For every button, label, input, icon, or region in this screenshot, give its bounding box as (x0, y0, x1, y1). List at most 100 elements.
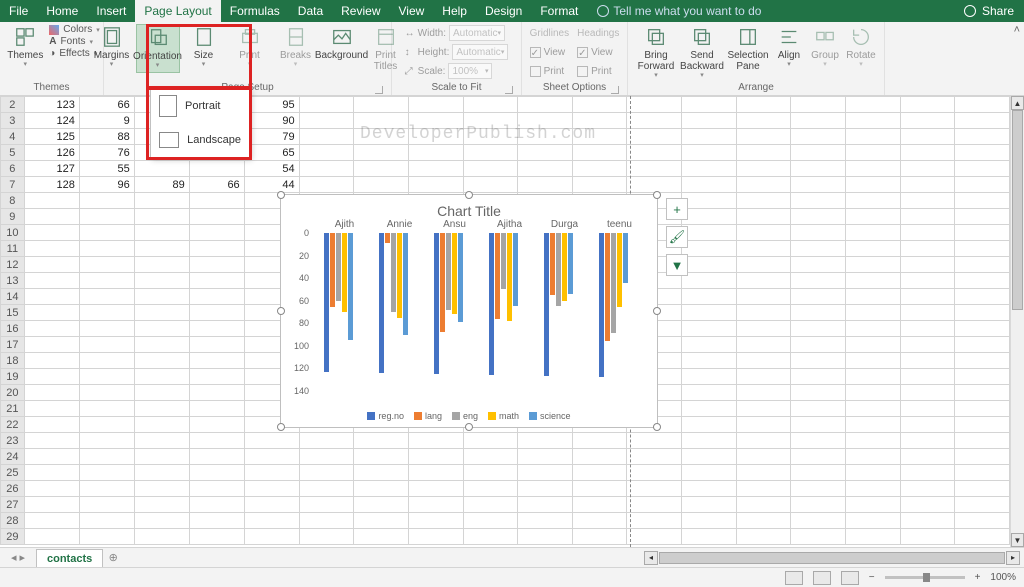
cell[interactable] (736, 177, 791, 193)
cell[interactable]: 126 (24, 145, 79, 161)
cell[interactable] (354, 497, 409, 513)
ribbon-tab-format[interactable]: Format (531, 0, 587, 22)
height-select[interactable]: Automatic▾ (452, 44, 508, 60)
cell[interactable] (955, 529, 1010, 545)
cell[interactable] (189, 241, 244, 257)
cell[interactable] (955, 209, 1010, 225)
cell[interactable] (244, 449, 299, 465)
cell[interactable] (189, 369, 244, 385)
cell[interactable] (299, 145, 354, 161)
scale-launcher[interactable] (505, 86, 513, 94)
new-sheet-button[interactable]: ⊕ (103, 548, 123, 567)
row-header[interactable]: 7 (1, 177, 25, 193)
cell[interactable] (791, 305, 846, 321)
resize-handle[interactable] (465, 191, 473, 199)
cell[interactable] (134, 289, 189, 305)
bar[interactable] (440, 233, 445, 332)
cell[interactable] (408, 497, 463, 513)
cell[interactable] (955, 449, 1010, 465)
cell[interactable] (845, 417, 900, 433)
cell[interactable] (955, 369, 1010, 385)
orientation-portrait[interactable]: Portrait (151, 89, 249, 123)
cell[interactable] (24, 417, 79, 433)
bar[interactable] (617, 233, 622, 307)
cell[interactable] (791, 513, 846, 529)
resize-handle[interactable] (653, 191, 661, 199)
cell[interactable] (791, 481, 846, 497)
cell[interactable] (682, 145, 737, 161)
cell[interactable] (791, 241, 846, 257)
bar[interactable] (550, 233, 555, 295)
cell[interactable] (463, 481, 518, 497)
cell[interactable] (955, 305, 1010, 321)
cell[interactable] (845, 449, 900, 465)
cell[interactable] (955, 161, 1010, 177)
cell[interactable] (955, 129, 1010, 145)
cell[interactable] (955, 241, 1010, 257)
headings-print[interactable]: Print (577, 62, 619, 80)
cell[interactable] (900, 417, 955, 433)
cell[interactable] (791, 449, 846, 465)
bar[interactable] (501, 233, 506, 289)
cell[interactable] (299, 177, 354, 193)
cell[interactable] (299, 129, 354, 145)
cell[interactable] (79, 225, 134, 241)
cell[interactable] (955, 481, 1010, 497)
embedded-chart[interactable]: Chart Title 020406080100120140 AjithAnni… (280, 194, 658, 428)
cell[interactable] (134, 209, 189, 225)
cell[interactable] (845, 353, 900, 369)
cell[interactable] (299, 529, 354, 545)
cell[interactable] (845, 433, 900, 449)
cell[interactable] (134, 257, 189, 273)
cell[interactable] (791, 497, 846, 513)
bar[interactable] (513, 233, 518, 306)
row-header[interactable]: 6 (1, 161, 25, 177)
cell[interactable]: 76 (79, 145, 134, 161)
bar[interactable] (623, 233, 628, 283)
row-header[interactable]: 25 (1, 465, 25, 481)
cell[interactable] (682, 497, 737, 513)
cell[interactable] (736, 321, 791, 337)
cell[interactable]: 89 (134, 177, 189, 193)
cell[interactable] (572, 449, 627, 465)
cell[interactable] (900, 513, 955, 529)
cell[interactable]: 127 (24, 161, 79, 177)
cell[interactable]: 124 (24, 113, 79, 129)
cell[interactable] (134, 481, 189, 497)
cell[interactable]: 65 (244, 145, 299, 161)
cell[interactable] (900, 145, 955, 161)
sheet-nav-buttons[interactable]: ◂▸ (0, 548, 36, 567)
cell[interactable] (134, 465, 189, 481)
cell[interactable] (845, 145, 900, 161)
row-header[interactable]: 11 (1, 241, 25, 257)
cell[interactable] (189, 401, 244, 417)
cell[interactable] (463, 449, 518, 465)
cell[interactable] (572, 177, 627, 193)
cell[interactable]: 90 (244, 113, 299, 129)
cell[interactable] (134, 385, 189, 401)
view-page-layout-button[interactable] (813, 571, 831, 585)
cell[interactable] (900, 97, 955, 113)
cell[interactable] (791, 337, 846, 353)
cell[interactable] (900, 177, 955, 193)
cell[interactable] (79, 321, 134, 337)
cell[interactable] (682, 385, 737, 401)
cell[interactable] (900, 529, 955, 545)
ribbon-tab-review[interactable]: Review (332, 0, 389, 22)
cell[interactable] (24, 209, 79, 225)
cell[interactable] (627, 129, 682, 145)
cell[interactable] (900, 465, 955, 481)
scroll-left-button[interactable]: ◂ (644, 551, 658, 565)
row-header[interactable]: 17 (1, 337, 25, 353)
cell[interactable] (845, 497, 900, 513)
cell[interactable] (682, 177, 737, 193)
cell[interactable] (24, 305, 79, 321)
chart-filters-button[interactable]: ▼ (666, 254, 688, 276)
cell[interactable] (845, 385, 900, 401)
cell[interactable] (736, 161, 791, 177)
bar[interactable] (544, 233, 549, 376)
cell[interactable] (736, 401, 791, 417)
cell[interactable] (24, 433, 79, 449)
cell[interactable] (134, 369, 189, 385)
cell[interactable] (79, 433, 134, 449)
